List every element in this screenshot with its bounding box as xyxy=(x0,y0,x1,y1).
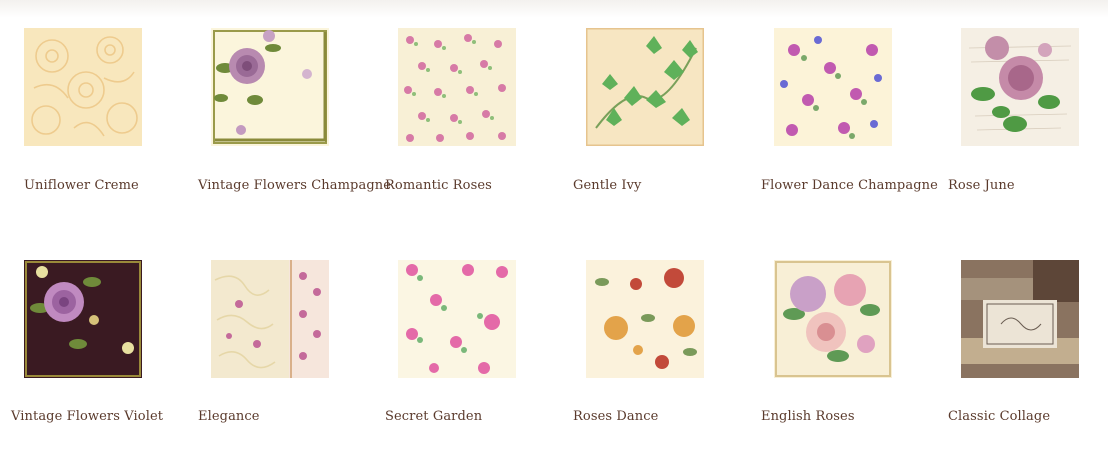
scattered-flowers-napkin-image xyxy=(774,28,892,146)
violet-rose-napkin-image xyxy=(24,260,142,378)
product-thumbnail-vintage-flowers-violet[interactable] xyxy=(24,260,142,378)
product-card-roses-dance[interactable]: Roses Dance xyxy=(573,260,766,450)
product-name[interactable]: Elegance xyxy=(198,409,260,424)
product-card-gentle-ivy[interactable]: Gentle Ivy xyxy=(573,28,766,218)
classic-collage-napkin-image xyxy=(961,260,1079,378)
elegance-border-napkin-image xyxy=(211,260,329,378)
product-card-rose-june[interactable]: Rose June xyxy=(948,28,1108,218)
product-grid: Uniflower Creme Vintage Flowers Champagn… xyxy=(0,0,1108,432)
product-card-flower-dance-champagne[interactable]: Flower Dance Champagne xyxy=(761,28,954,218)
cream-floral-napkin-image xyxy=(24,28,142,146)
product-name[interactable]: Roses Dance xyxy=(573,409,658,424)
product-card-romantic-roses[interactable]: Romantic Roses xyxy=(385,28,578,218)
english-roses-bouquet-napkin-image xyxy=(774,260,892,378)
product-card-elegance[interactable]: Elegance xyxy=(198,260,391,450)
product-card-english-roses[interactable]: English Roses xyxy=(761,260,954,450)
product-card-vintage-flowers-champagne[interactable]: Vintage Flowers Champagne xyxy=(198,28,391,218)
product-thumbnail-roses-dance[interactable] xyxy=(586,260,704,378)
product-name[interactable]: Vintage Flowers Violet xyxy=(11,409,163,424)
product-card-uniflower-creme[interactable]: Uniflower Creme xyxy=(24,28,204,218)
product-card-vintage-flowers-violet[interactable]: Vintage Flowers Violet xyxy=(11,260,204,450)
product-card-classic-collage[interactable]: Classic Collage xyxy=(948,260,1108,450)
orange-red-roses-napkin-image xyxy=(586,260,704,378)
product-thumbnail-romantic-roses[interactable] xyxy=(398,28,516,146)
ivy-leaves-napkin-image xyxy=(586,28,704,146)
product-name[interactable]: Vintage Flowers Champagne xyxy=(198,178,391,193)
product-card-secret-garden[interactable]: Secret Garden xyxy=(385,260,578,450)
product-name[interactable]: Gentle Ivy xyxy=(573,178,641,193)
product-thumbnail-rose-june[interactable] xyxy=(961,28,1079,146)
pink-blossom-napkin-image xyxy=(398,260,516,378)
product-thumbnail-classic-collage[interactable] xyxy=(961,260,1079,378)
product-name[interactable]: Rose June xyxy=(948,178,1015,193)
product-thumbnail-gentle-ivy[interactable] xyxy=(586,28,704,146)
small-roses-pattern-napkin-image xyxy=(398,28,516,146)
vintage-rose-champagne-napkin-image xyxy=(211,28,329,146)
product-thumbnail-uniflower-creme[interactable] xyxy=(24,28,142,146)
product-name[interactable]: Secret Garden xyxy=(385,409,482,424)
product-thumbnail-english-roses[interactable] xyxy=(774,260,892,378)
product-name[interactable]: Classic Collage xyxy=(948,409,1050,424)
product-name[interactable]: Romantic Roses xyxy=(385,178,492,193)
product-thumbnail-elegance[interactable] xyxy=(211,260,329,378)
product-thumbnail-vintage-flowers-champagne[interactable] xyxy=(211,28,329,146)
product-thumbnail-secret-garden[interactable] xyxy=(398,260,516,378)
product-thumbnail-flower-dance-champagne[interactable] xyxy=(774,28,892,146)
product-name[interactable]: English Roses xyxy=(761,409,855,424)
pink-rose-bouquet-napkin-image xyxy=(961,28,1079,146)
product-name[interactable]: Flower Dance Champagne xyxy=(761,178,938,193)
product-name[interactable]: Uniflower Creme xyxy=(24,178,139,193)
